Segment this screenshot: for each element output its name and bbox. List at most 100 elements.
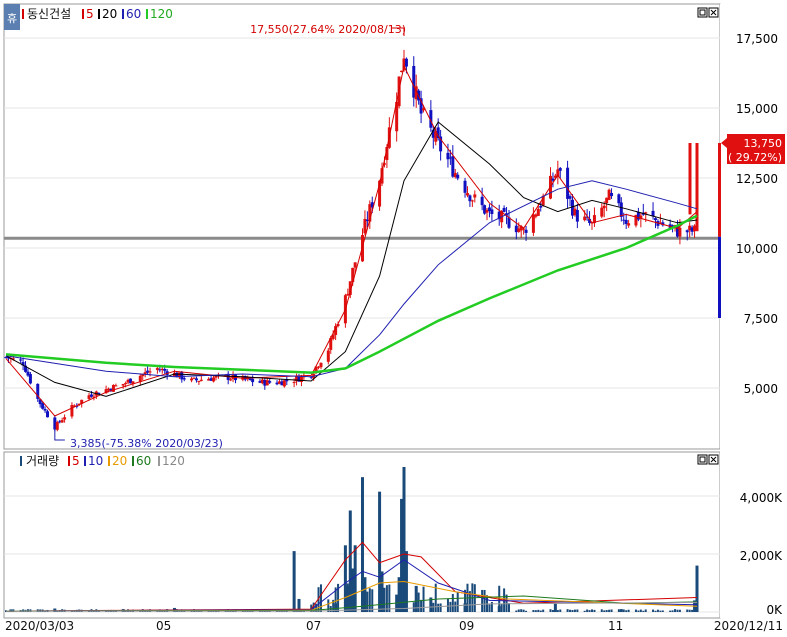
legend-vma120: 120 bbox=[162, 454, 185, 468]
candle-body bbox=[163, 368, 167, 371]
volume-bar bbox=[383, 587, 386, 612]
current-price-badge: 13,750 ( 29.72%) bbox=[721, 134, 785, 164]
legend-vma120-marker bbox=[158, 456, 160, 466]
y-tick-label: 5,000 bbox=[744, 382, 778, 396]
volume-panel-restore-button[interactable] bbox=[697, 454, 708, 465]
candle-body bbox=[539, 205, 543, 208]
candle-body bbox=[456, 174, 460, 179]
legend-volume-marker bbox=[20, 456, 22, 466]
candle-body bbox=[121, 383, 125, 386]
volume-bar bbox=[644, 609, 647, 612]
price-panel-close-button[interactable] bbox=[708, 7, 719, 18]
candle-body bbox=[43, 409, 47, 411]
legend-ma20: 20 bbox=[102, 7, 117, 21]
candle-body bbox=[60, 420, 64, 423]
volume-bar bbox=[576, 609, 579, 612]
x-tick-label: 07 bbox=[306, 619, 321, 633]
volume-bar bbox=[678, 609, 681, 612]
legend-vma20-marker bbox=[108, 456, 110, 466]
candle-body bbox=[265, 380, 269, 386]
candle-body bbox=[627, 223, 631, 226]
volume-bar bbox=[593, 609, 596, 612]
candle-body bbox=[353, 262, 357, 268]
candle-body bbox=[229, 379, 233, 381]
volume-bar bbox=[656, 609, 659, 612]
volume-bar bbox=[676, 609, 679, 612]
legend-marker bbox=[22, 9, 24, 19]
y-tick-label: 15,000 bbox=[736, 102, 778, 116]
volume-bar bbox=[669, 610, 672, 612]
candle-body bbox=[182, 378, 186, 380]
volume-bar bbox=[525, 610, 528, 612]
volume-bar bbox=[446, 598, 449, 612]
volume-bar bbox=[437, 603, 440, 612]
volume-bar bbox=[686, 609, 689, 612]
stock-name: 동신건설 bbox=[27, 7, 71, 21]
volume-bar bbox=[603, 610, 606, 612]
volume-bar bbox=[417, 592, 420, 612]
volume-bar bbox=[451, 593, 454, 612]
side-tab-label[interactable]: 휴 bbox=[7, 12, 17, 25]
price-panel-restore-button[interactable] bbox=[697, 7, 708, 18]
volume-bar bbox=[583, 610, 586, 612]
candle-body bbox=[568, 196, 572, 199]
legend-ma60-marker bbox=[122, 9, 124, 19]
candle-body bbox=[148, 371, 152, 373]
candle-body bbox=[480, 196, 484, 206]
volume-bar bbox=[659, 610, 662, 612]
volume-bar bbox=[517, 609, 520, 612]
candle-body bbox=[268, 381, 272, 383]
volume-bar bbox=[588, 610, 591, 612]
volume-bar bbox=[353, 545, 357, 612]
candle-body bbox=[251, 378, 255, 383]
legend-ma5: 5 bbox=[86, 7, 94, 21]
candle-body bbox=[41, 403, 45, 409]
legend-ma20-marker bbox=[98, 9, 100, 19]
candle-body bbox=[610, 192, 614, 197]
volume-bar bbox=[642, 610, 645, 612]
legend-ma120-marker bbox=[146, 9, 148, 19]
volume-bar bbox=[520, 609, 523, 612]
volume-bar bbox=[463, 603, 467, 612]
volume-panel-close-button[interactable] bbox=[708, 454, 719, 465]
candle-body bbox=[617, 194, 621, 204]
candle-body bbox=[685, 230, 689, 233]
candle-body bbox=[89, 394, 93, 397]
volume-bar bbox=[600, 609, 603, 612]
volume-bar bbox=[449, 601, 452, 612]
volume-bar bbox=[515, 610, 518, 612]
candle-body bbox=[490, 209, 494, 215]
candle-body bbox=[190, 378, 194, 381]
legend-vma20: 20 bbox=[112, 454, 127, 468]
volume-tick-label: 0K bbox=[766, 603, 783, 617]
candle-body bbox=[212, 377, 216, 382]
volume-bar bbox=[622, 609, 625, 612]
volume-bar bbox=[591, 609, 594, 612]
candle-body bbox=[138, 375, 142, 382]
volume-bar bbox=[420, 599, 423, 612]
volume-bar bbox=[366, 591, 369, 612]
candle-body bbox=[536, 208, 540, 216]
volume-bar bbox=[371, 589, 374, 612]
volume-bar bbox=[507, 603, 510, 612]
candle-body bbox=[55, 422, 59, 430]
volume-bar bbox=[456, 592, 459, 612]
volume-bar bbox=[573, 609, 576, 612]
legend-ma120: 120 bbox=[150, 7, 173, 21]
candle-body bbox=[473, 194, 477, 198]
volume-bar bbox=[292, 551, 296, 612]
legend-vma10: 10 bbox=[88, 454, 103, 468]
x-tick-label: 09 bbox=[459, 619, 474, 633]
candle-body bbox=[19, 359, 23, 361]
volume-bar bbox=[385, 585, 388, 612]
candle-body bbox=[619, 202, 623, 217]
volume-bar bbox=[483, 589, 486, 612]
y-tick-label: 10,000 bbox=[736, 242, 778, 256]
volume-bar bbox=[634, 609, 637, 612]
volume-bar bbox=[319, 584, 322, 612]
x-tick-label: 2020/12/11 bbox=[714, 619, 783, 633]
volume-bar bbox=[617, 609, 620, 612]
volume-bar bbox=[652, 609, 655, 612]
volume-bar bbox=[586, 609, 589, 612]
legend-vma60: 60 bbox=[136, 454, 151, 468]
